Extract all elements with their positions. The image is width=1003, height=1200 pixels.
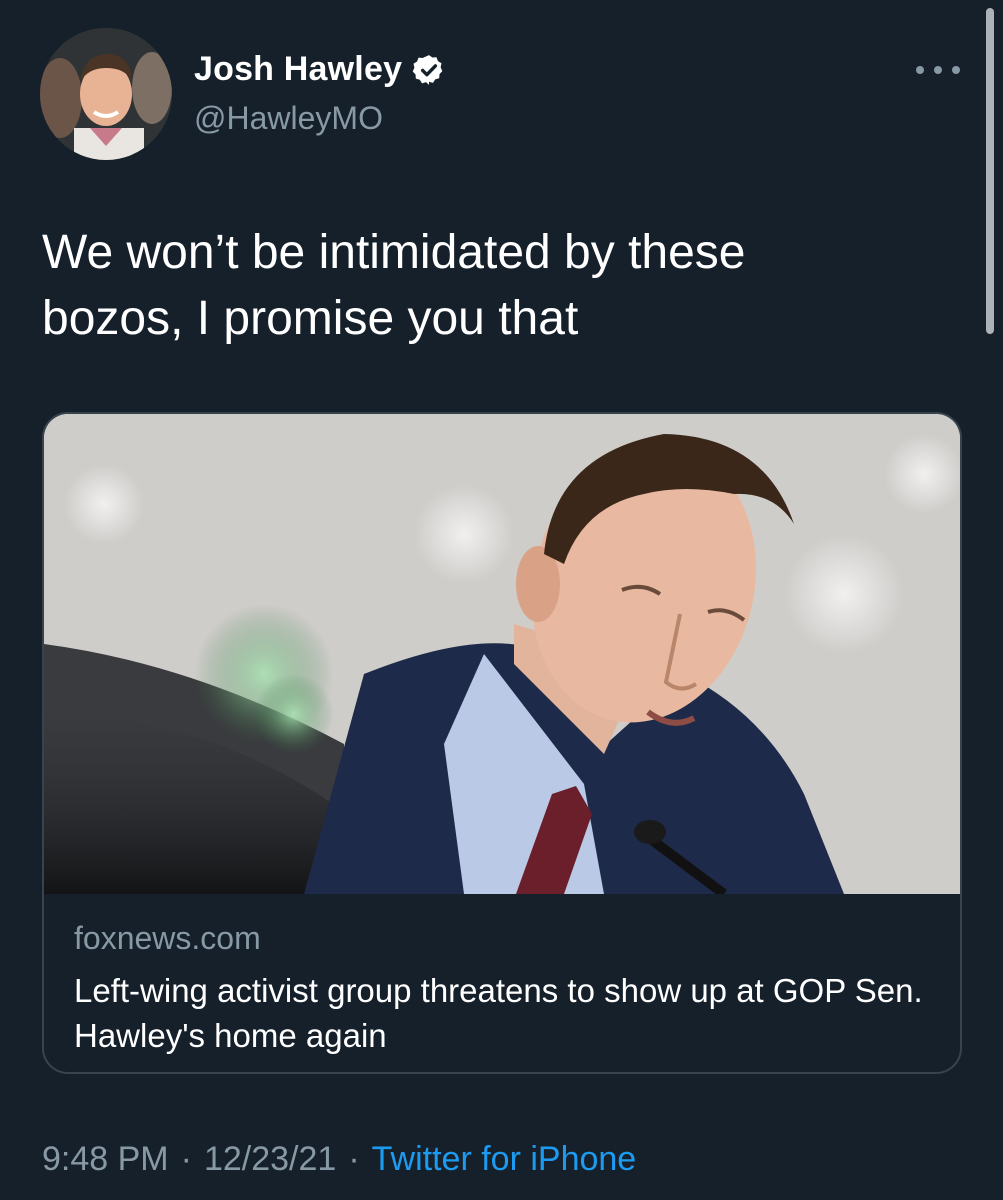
verified-badge-icon — [412, 53, 446, 87]
card-photo — [44, 414, 960, 894]
scrollbar[interactable] — [986, 8, 994, 334]
tweet-text: We won’t be intimidated by these bozos, … — [42, 220, 942, 352]
tweet-text-line: bozos, I promise you that — [42, 292, 579, 345]
tweet-meta: 9:48 PM · 12/23/21 · Twitter for iPhone — [42, 1140, 636, 1179]
meta-separator: · — [348, 1140, 360, 1178]
tweet-time: 9:48 PM — [42, 1140, 169, 1178]
avatar[interactable] — [40, 28, 172, 160]
meta-separator: · — [180, 1140, 192, 1178]
tweet-source-link[interactable]: Twitter for iPhone — [372, 1140, 637, 1179]
author-name-text: Josh Hawley — [194, 50, 403, 88]
card-image — [44, 414, 960, 894]
author-handle[interactable]: @HawleyMO — [194, 100, 383, 137]
more-horizontal-icon[interactable] — [916, 58, 960, 82]
author-name[interactable]: Josh Hawley — [194, 50, 446, 89]
link-card[interactable]: foxnews.com Left-wing activist group thr… — [42, 412, 962, 1074]
card-domain: foxnews.com — [74, 920, 261, 956]
tweet-text-line: We won’t be intimidated by these — [42, 226, 746, 279]
tweet-date: 12/23/21 — [203, 1140, 337, 1178]
card-title: Left-wing activist group threatens to sh… — [74, 972, 923, 1054]
avatar-photo — [40, 28, 172, 160]
tweet: Josh Hawley @HawleyMO We won’t be intimi… — [0, 0, 1003, 1200]
